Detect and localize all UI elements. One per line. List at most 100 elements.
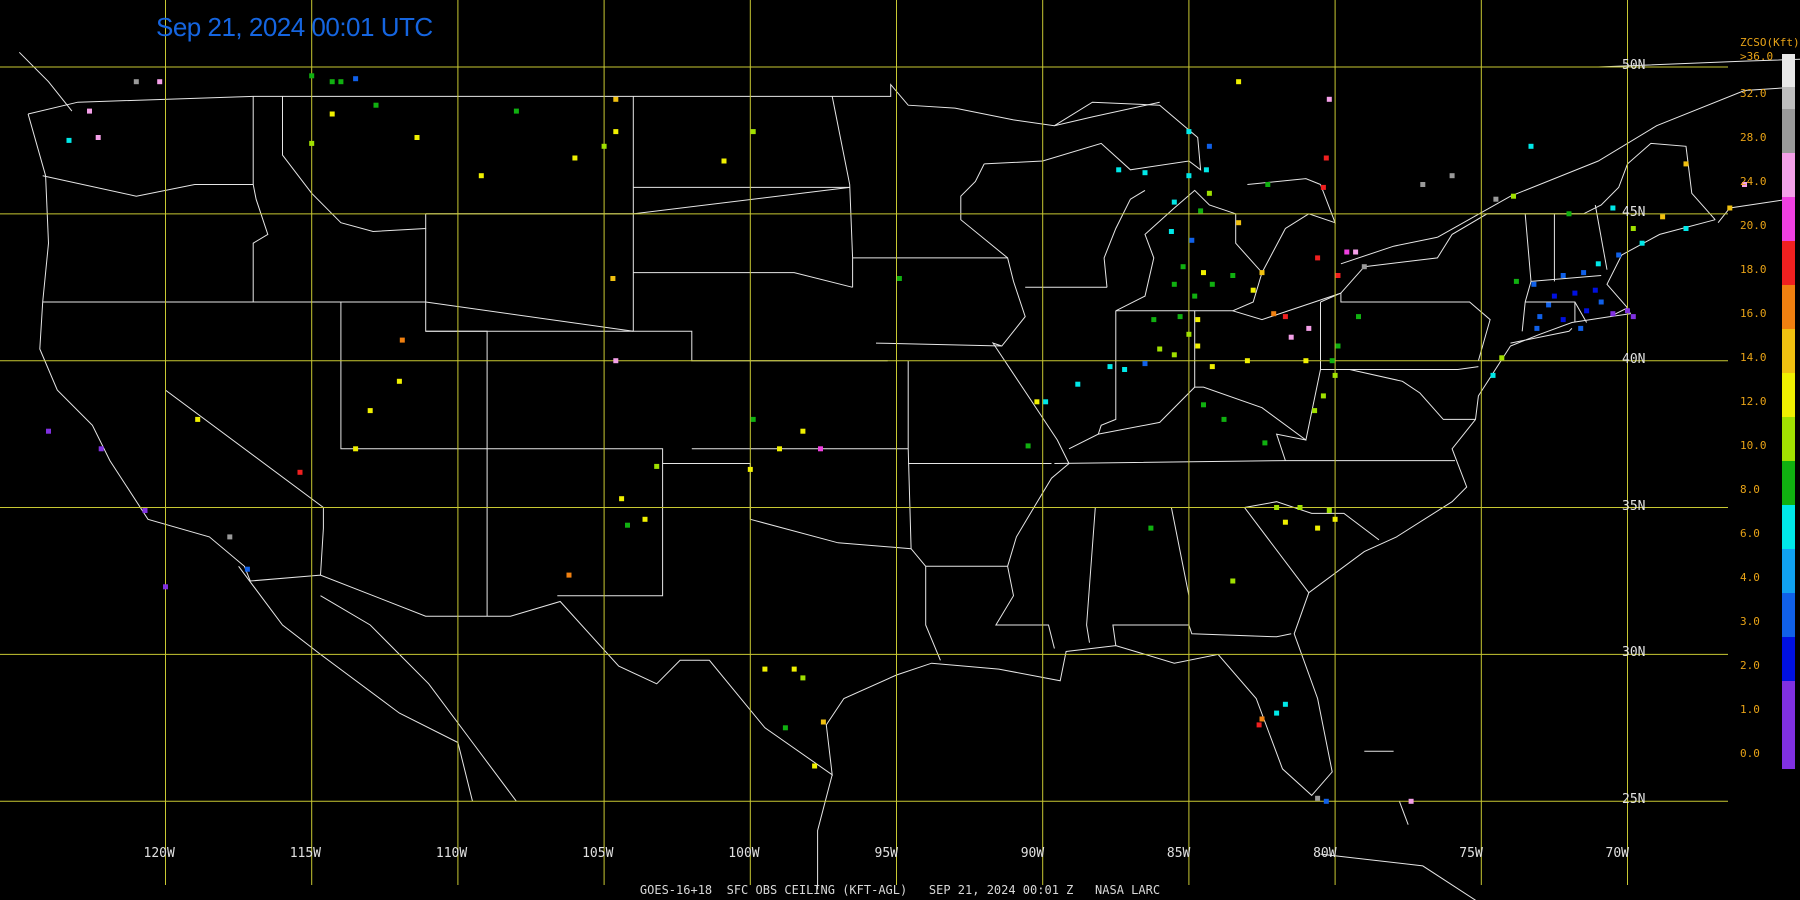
station-marker xyxy=(1727,205,1733,211)
state-boundary xyxy=(425,228,888,362)
colorbar-swatch xyxy=(1782,109,1795,131)
station-marker xyxy=(227,534,233,540)
colorbar-tick-label: 28.0 xyxy=(1740,131,1767,144)
station-marker xyxy=(1625,308,1630,314)
station-marker xyxy=(1356,314,1361,320)
station-marker xyxy=(1259,270,1265,276)
station-marker xyxy=(1595,261,1601,267)
station-marker xyxy=(566,572,572,578)
station-marker xyxy=(98,446,104,452)
station-marker xyxy=(1168,229,1174,234)
station-marker xyxy=(572,155,578,161)
station-marker xyxy=(1513,278,1519,284)
coastline xyxy=(1510,328,1573,344)
station-marker xyxy=(1265,182,1271,187)
station-marker xyxy=(1256,722,1262,728)
station-marker xyxy=(619,496,625,502)
station-marker xyxy=(1332,516,1338,522)
state-boundary xyxy=(1340,142,1716,294)
colorbar-swatch xyxy=(1782,131,1795,153)
station-marker xyxy=(818,446,823,452)
station-marker xyxy=(1320,184,1326,190)
colorbar-swatch xyxy=(1782,417,1795,439)
state-boundary xyxy=(991,342,1070,649)
station-marker xyxy=(244,566,250,572)
station-marker xyxy=(1107,364,1113,370)
colorbar-tick-label: 14.0 xyxy=(1740,351,1767,364)
station-marker xyxy=(1630,314,1636,320)
coastline xyxy=(984,101,1202,171)
station-marker xyxy=(396,378,402,384)
longitude-label: 90W xyxy=(1020,846,1045,861)
station-marker xyxy=(762,666,768,672)
station-marker xyxy=(820,719,826,725)
colorbar-tick-label: 3.0 xyxy=(1740,615,1760,628)
station-marker xyxy=(1201,270,1206,276)
coastline xyxy=(18,51,73,112)
state-boundary xyxy=(42,175,254,197)
station-marker xyxy=(367,408,373,414)
station-marker xyxy=(1320,393,1326,399)
station-marker xyxy=(1206,143,1212,149)
station-marker xyxy=(309,73,315,79)
basemap-boundaries xyxy=(18,51,1800,900)
station-marker xyxy=(610,276,616,281)
station-marker xyxy=(1206,190,1212,196)
colorbar-swatch xyxy=(1782,307,1795,329)
colorbar-swatch xyxy=(1782,395,1795,417)
station-marker xyxy=(1683,226,1689,231)
station-marker xyxy=(896,276,902,281)
station-marker xyxy=(1282,314,1288,320)
station-marker xyxy=(654,463,660,469)
station-marker xyxy=(1025,443,1031,449)
state-boundary xyxy=(252,96,269,302)
state-boundary xyxy=(1275,433,1306,461)
lat-lon-grid xyxy=(0,0,1728,885)
colorbar-tick-label: 8.0 xyxy=(1740,483,1760,496)
station-marker xyxy=(800,675,806,681)
colorbar-swatch xyxy=(1782,505,1795,527)
station-marker xyxy=(1236,79,1242,85)
station-marker xyxy=(1326,96,1332,102)
station-marker xyxy=(1315,795,1321,801)
station-marker xyxy=(1353,249,1359,255)
station-marker xyxy=(1335,343,1341,349)
station-marker xyxy=(1610,311,1616,317)
state-boundary xyxy=(425,330,488,449)
station-marker xyxy=(1198,208,1204,214)
station-marker xyxy=(1282,519,1288,525)
station-marker xyxy=(1297,505,1303,510)
latitude-label: 45N xyxy=(1622,204,1646,220)
station-marker xyxy=(1335,273,1341,278)
state-boundary xyxy=(282,96,427,233)
state-boundary xyxy=(340,302,488,450)
latitude-label: 40N xyxy=(1622,351,1646,367)
station-marker xyxy=(750,416,756,422)
station-marker xyxy=(1116,167,1122,173)
state-boundary xyxy=(1349,369,1476,420)
state-boundary xyxy=(852,257,1026,347)
station-marker xyxy=(1189,237,1195,243)
station-marker xyxy=(1420,182,1426,187)
station-marker xyxy=(1312,408,1318,414)
station-marker xyxy=(399,337,405,343)
station-marker xyxy=(1610,205,1616,211)
colorbar-units: ZCSO(Kft) xyxy=(1740,36,1800,49)
longitude-label: 100W xyxy=(728,846,760,861)
station-marker xyxy=(1408,798,1414,804)
station-marker xyxy=(1683,161,1689,167)
station-marker xyxy=(601,143,607,149)
station-marker xyxy=(1230,578,1236,584)
state-boundary xyxy=(1086,507,1096,643)
station-marker xyxy=(297,469,303,475)
station-marker xyxy=(1151,317,1157,323)
latitude-label: 50N xyxy=(1622,58,1646,73)
coastline xyxy=(1247,178,1321,185)
colorbar-swatch xyxy=(1782,681,1795,703)
station-marker xyxy=(1490,372,1496,378)
state-boundary xyxy=(1188,624,1292,638)
station-marker xyxy=(625,522,630,528)
station-marker xyxy=(353,76,359,82)
station-marker xyxy=(1616,252,1622,258)
station-marker xyxy=(613,129,619,135)
